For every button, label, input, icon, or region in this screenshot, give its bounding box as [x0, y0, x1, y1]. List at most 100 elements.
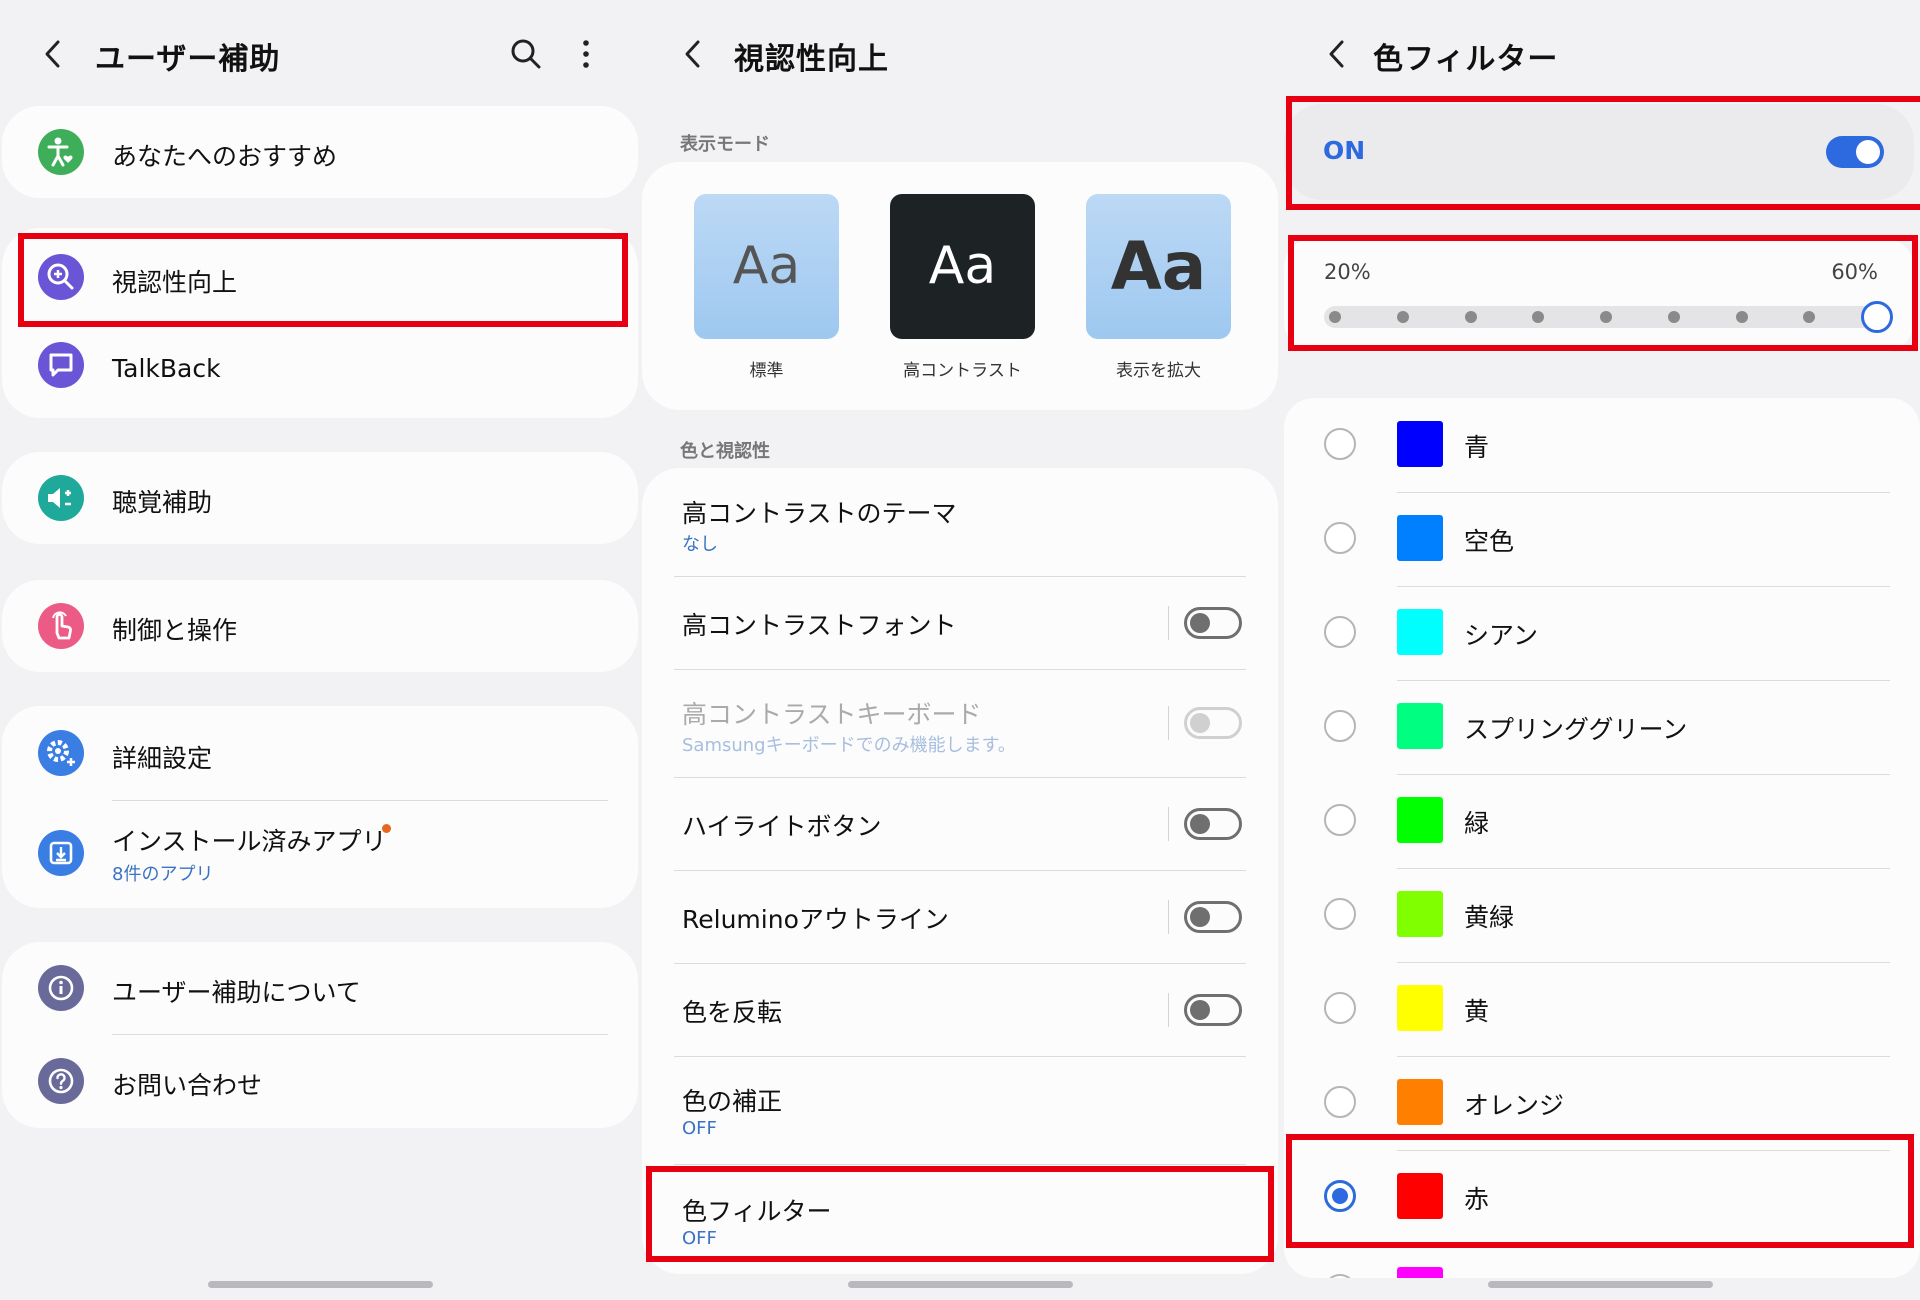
toggle-switch[interactable]	[1184, 607, 1242, 639]
highlight-box	[1286, 96, 1920, 210]
menu-item-contact[interactable]: お問い合わせ	[2, 1035, 638, 1128]
radio-button[interactable]	[1324, 428, 1356, 460]
radio-button[interactable]	[1324, 804, 1356, 836]
mode-high-contrast-thumb[interactable]: Aa	[890, 194, 1035, 339]
radio-button[interactable]	[1324, 710, 1356, 742]
menu-item-label: あなたへのおすすめ	[112, 142, 338, 171]
toggle-switch[interactable]	[1184, 901, 1242, 933]
toggle-switch[interactable]	[1184, 994, 1242, 1026]
search-icon[interactable]	[508, 36, 544, 72]
color-option[interactable]	[1284, 1244, 1920, 1278]
page-title: ユーザー補助	[95, 42, 281, 77]
menu-item-label: お問い合わせ	[112, 1071, 263, 1100]
mode-standard-label: 標準	[749, 361, 784, 381]
toggle-switch[interactable]	[1184, 808, 1242, 840]
back-arrow-icon[interactable]	[678, 38, 710, 70]
mode-large-thumb[interactable]: Aa	[1086, 194, 1231, 339]
menu-item-label: インストール済みアプリ	[112, 827, 387, 856]
row-label: 高コントラストキーボード	[682, 700, 982, 729]
header: ユーザー補助	[0, 26, 640, 82]
color-option[interactable]: 緑	[1284, 774, 1920, 868]
row-label: Reluminoアウトライン	[682, 905, 949, 934]
radio-button[interactable]	[1324, 992, 1356, 1024]
menu-item-hearing[interactable]: 聴覚補助	[2, 452, 638, 544]
section-display-mode: 表示モード	[680, 134, 770, 155]
highlight-box	[1286, 1134, 1914, 1248]
menu-item-label: TalkBack	[112, 354, 221, 383]
gear-plus-icon	[38, 730, 84, 776]
color-swatch	[1397, 985, 1443, 1031]
radio-button[interactable]	[1324, 898, 1356, 930]
header: 色フィルター	[1280, 26, 1920, 82]
menu-item-about[interactable]: ユーザー補助について	[2, 942, 638, 1035]
interaction-card: 制御と操作	[2, 580, 638, 672]
about-card: ユーザー補助について お問い合わせ	[2, 942, 638, 1128]
volume-plus-minus-icon	[38, 475, 84, 521]
row-sub: Samsungキーボードでのみ機能します。	[682, 735, 1016, 756]
color-label: 黄	[1464, 997, 1490, 1026]
more-options-icon[interactable]	[568, 36, 604, 72]
home-indicator[interactable]	[848, 1281, 1073, 1288]
highlight-box	[1288, 235, 1918, 351]
mode-standard-thumb[interactable]: Aa	[694, 194, 839, 339]
touch-hand-icon	[38, 603, 84, 649]
separator	[1168, 993, 1169, 1027]
color-option[interactable]: 黄緑	[1284, 868, 1920, 962]
row-label: ハイライトボタン	[682, 812, 882, 841]
color-swatch	[1397, 891, 1443, 937]
visibility-panel: 視認性向上 表示モード Aa Aa Aa 標準 高コントラスト 表示を拡大 色と…	[640, 0, 1280, 1300]
accessibility-panel: ユーザー補助 あなたへのおすすめ 視認性向上 TalkBack 聴覚補助 制御と…	[0, 0, 640, 1300]
hearing-card: 聴覚補助	[2, 452, 638, 544]
display-mode-card: Aa Aa Aa 標準 高コントラスト 表示を拡大	[642, 162, 1278, 410]
row-high-contrast-keyboard: 高コントラストキーボード Samsungキーボードでのみ機能します。	[642, 669, 1278, 777]
advanced-card: 詳細設定 インストール済みアプリ 8件のアプリ	[2, 706, 638, 908]
menu-item-sub: 8件のアプリ	[112, 864, 214, 885]
color-option[interactable]: 黄	[1284, 962, 1920, 1056]
color-option[interactable]: スプリンググリーン	[1284, 680, 1920, 774]
radio-button[interactable]	[1324, 522, 1356, 554]
color-swatch	[1397, 797, 1443, 843]
separator	[1168, 807, 1169, 841]
home-indicator[interactable]	[1488, 1281, 1713, 1288]
color-swatch	[1397, 421, 1443, 467]
row-label: 高コントラストフォント	[682, 611, 957, 640]
row-relumino-outline[interactable]: Reluminoアウトライン	[642, 870, 1278, 963]
color-swatch	[1397, 609, 1443, 655]
row-label: 高コントラストのテーマ	[682, 499, 957, 528]
menu-item-installed-apps[interactable]: インストール済みアプリ 8件のアプリ	[2, 802, 638, 908]
header: 視認性向上	[640, 26, 1280, 82]
row-label: 色の補正	[682, 1087, 783, 1116]
menu-item-talkback[interactable]: TalkBack	[2, 324, 638, 418]
radio-button[interactable]	[1324, 1086, 1356, 1118]
color-visibility-card: 高コントラストのテーマ なし 高コントラストフォント 高コントラストキーボード …	[642, 468, 1278, 1274]
color-label: オレンジ	[1464, 1091, 1565, 1120]
separator	[1168, 706, 1169, 740]
row-label: 色を反転	[682, 998, 783, 1027]
row-color-correction[interactable]: 色の補正 OFF	[642, 1056, 1278, 1164]
radio-button[interactable]	[1324, 1274, 1356, 1278]
color-label: 黄緑	[1464, 903, 1515, 932]
color-swatch	[1397, 1267, 1443, 1278]
row-high-contrast-font[interactable]: 高コントラストフォント	[642, 576, 1278, 669]
color-option[interactable]: シアン	[1284, 586, 1920, 680]
menu-item-label: 聴覚補助	[112, 488, 213, 517]
toggle-switch-disabled	[1184, 707, 1242, 739]
color-swatch	[1397, 703, 1443, 749]
back-arrow-icon[interactable]	[38, 38, 70, 70]
color-option[interactable]: 空色	[1284, 492, 1920, 586]
menu-item-advanced[interactable]: 詳細設定	[2, 706, 638, 802]
info-icon	[38, 965, 84, 1011]
section-color-visibility: 色と視認性	[680, 441, 770, 462]
back-arrow-icon[interactable]	[1322, 38, 1354, 70]
mode-high-contrast-label: 高コントラスト	[903, 361, 1022, 381]
color-swatch	[1397, 1079, 1443, 1125]
color-option[interactable]: 青	[1284, 398, 1920, 492]
row-invert-colors[interactable]: 色を反転	[642, 963, 1278, 1056]
radio-button[interactable]	[1324, 616, 1356, 648]
menu-item-interaction[interactable]: 制御と操作	[2, 580, 638, 672]
row-high-contrast-theme[interactable]: 高コントラストのテーマ なし	[642, 468, 1278, 576]
home-indicator[interactable]	[208, 1281, 433, 1288]
row-highlight-buttons[interactable]: ハイライトボタン	[642, 777, 1278, 870]
page-title: 色フィルター	[1373, 42, 1559, 77]
menu-item-recommended[interactable]: あなたへのおすすめ	[2, 106, 638, 198]
